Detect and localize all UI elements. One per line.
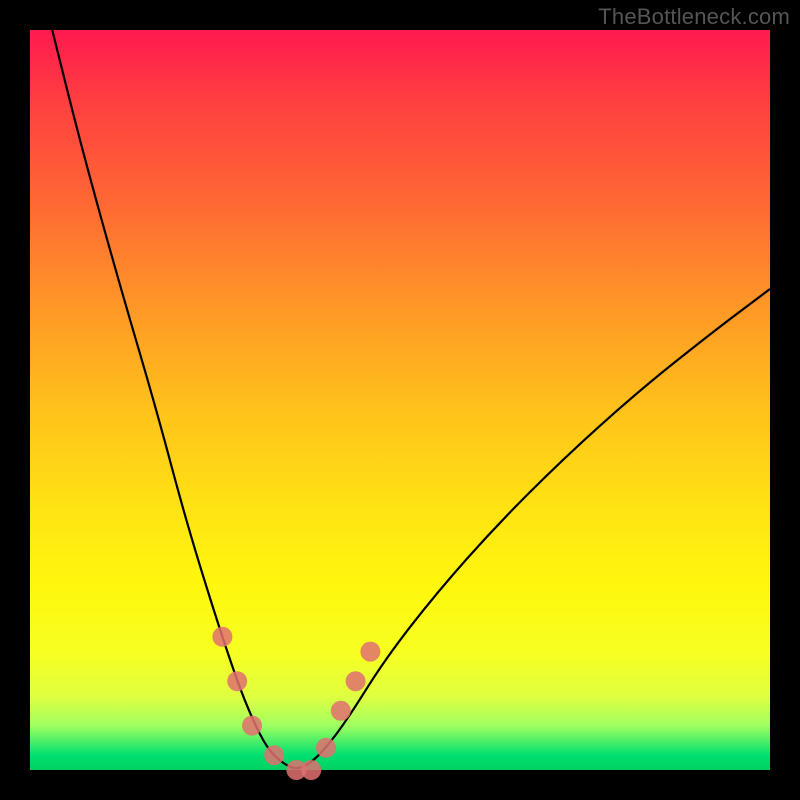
- marker-point: [264, 745, 284, 765]
- watermark-text: TheBottleneck.com: [598, 4, 790, 30]
- marker-point: [346, 671, 366, 691]
- marker-point: [212, 627, 232, 647]
- marker-point: [316, 738, 336, 758]
- marker-point: [301, 760, 321, 780]
- marker-point: [242, 716, 262, 736]
- marker-point: [331, 701, 351, 721]
- bottleneck-curve: [52, 30, 770, 768]
- marker-point: [227, 671, 247, 691]
- chart-frame: TheBottleneck.com: [0, 0, 800, 800]
- markers-group: [212, 627, 380, 780]
- plot-area: [30, 30, 770, 770]
- marker-point: [360, 642, 380, 662]
- curve-layer: [30, 30, 770, 770]
